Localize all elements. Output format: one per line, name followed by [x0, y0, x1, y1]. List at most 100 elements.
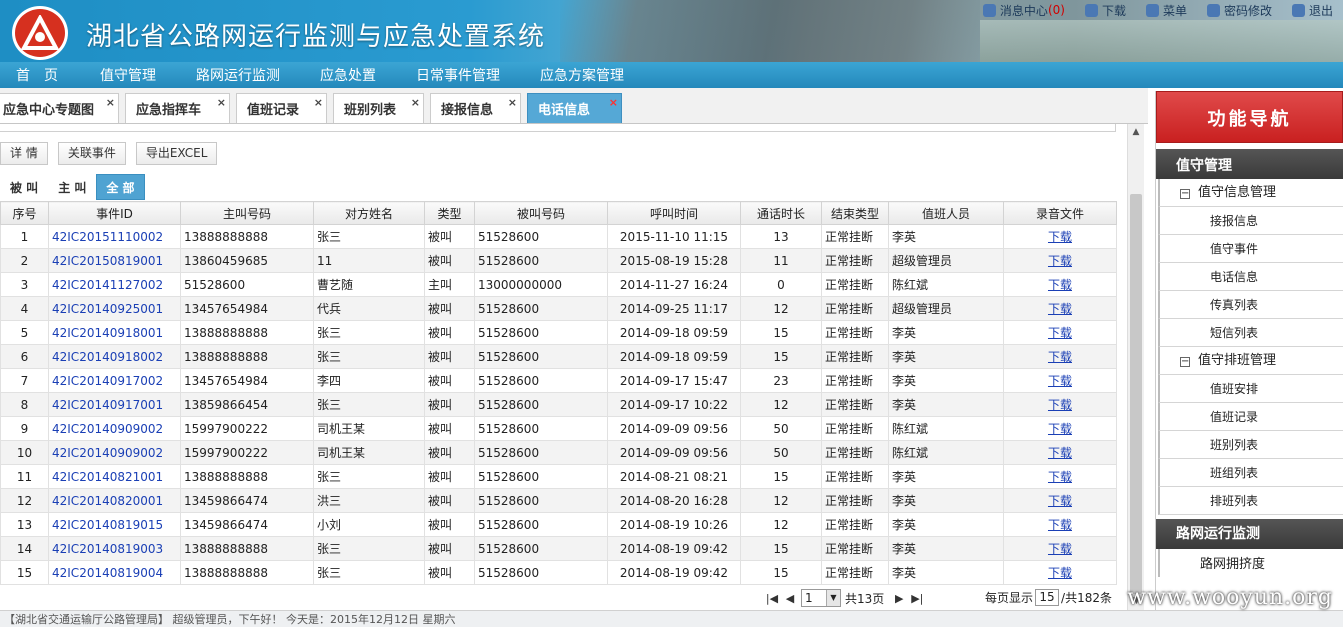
event-id-cell[interactable]: 42IC20140819015 — [48, 512, 181, 537]
download-recording-link[interactable]: 下载 — [1048, 566, 1072, 580]
download-recording-link[interactable]: 下载 — [1048, 374, 1072, 388]
tab-report-info[interactable]: 接报信息 × — [430, 93, 521, 123]
event-id-cell[interactable]: 42IC20140918001 — [48, 320, 181, 345]
menu-duty-management[interactable]: 值守管理 — [80, 65, 176, 85]
event-id-cell[interactable]: 42IC20140925001 — [48, 296, 181, 321]
related-event-button[interactable]: 关联事件 — [57, 142, 126, 165]
sidebar-item-duty-arrangement[interactable]: 值班安排 — [1158, 375, 1343, 403]
sidebar-section-road-monitoring[interactable]: 路网运行监测 — [1156, 519, 1343, 549]
sidebar-item-fax-list[interactable]: 传真列表 — [1158, 291, 1343, 319]
event-id-cell[interactable]: 42IC20151110002 — [48, 224, 181, 249]
table-row[interactable]: 5 42IC20140918001 13888888888 张三 被叫 51528600 2… — [0, 320, 1117, 345]
event-id-cell[interactable]: 42IC20150819001 — [48, 248, 181, 273]
close-icon[interactable]: × — [411, 96, 420, 109]
table-cell: 被叫 — [424, 512, 475, 537]
download-recording-link[interactable]: 下载 — [1048, 398, 1072, 412]
per-page-input[interactable]: 15 — [1035, 589, 1060, 606]
event-id-cell[interactable]: 42IC20140917001 — [48, 392, 181, 417]
scroll-up-icon[interactable]: ▲ — [1128, 124, 1144, 141]
download-recording-link[interactable]: 下载 — [1048, 494, 1072, 508]
download-recording-link[interactable]: 下载 — [1048, 446, 1072, 460]
first-page-icon[interactable]: |◀ — [763, 592, 781, 605]
event-id-cell[interactable]: 42IC20140909002 — [48, 440, 181, 465]
recording-cell: 下载 — [1003, 296, 1117, 321]
download-recording-link[interactable]: 下载 — [1048, 302, 1072, 316]
last-page-icon[interactable]: ▶| — [908, 592, 926, 605]
event-id-cell[interactable]: 42IC20140917002 — [48, 368, 181, 393]
download-recording-link[interactable]: 下载 — [1048, 230, 1072, 244]
event-id-cell[interactable]: 42IC20140918002 — [48, 344, 181, 369]
table-row[interactable]: 11 42IC20140821001 13888888888 张三 被叫 51528600… — [0, 464, 1117, 489]
message-center-link[interactable]: 消息中心 (0) — [973, 2, 1075, 19]
download-recording-link[interactable]: 下载 — [1048, 254, 1072, 268]
download-recording-link[interactable]: 下载 — [1048, 542, 1072, 556]
table-row[interactable]: 7 42IC20140917002 13457654984 李四 被叫 51528600 2… — [0, 368, 1117, 393]
download-recording-link[interactable]: 下载 — [1048, 422, 1072, 436]
event-id-cell[interactable]: 42IC20140909002 — [48, 416, 181, 441]
event-id-cell[interactable]: 42IC20140819003 — [48, 536, 181, 561]
menu-emergency-plans[interactable]: 应急方案管理 — [520, 65, 644, 85]
sidebar-item-duty-records[interactable]: 值班记录 — [1158, 403, 1343, 431]
table-row[interactable]: 13 42IC20140819015 13459866474 小刘 被叫 51528600… — [0, 512, 1117, 537]
sidebar-item-duty-events[interactable]: 值守事件 — [1158, 235, 1343, 263]
tab-shift-list[interactable]: 班别列表 × — [333, 93, 424, 123]
close-icon[interactable]: × — [217, 96, 226, 109]
next-page-icon[interactable]: ▶ — [890, 592, 908, 605]
download-recording-link[interactable]: 下载 — [1048, 278, 1072, 292]
table-row[interactable]: 10 42IC20140909002 15997900222 司机王某 被叫 515286… — [0, 440, 1117, 465]
event-id-cell[interactable]: 42IC20140821001 — [48, 464, 181, 489]
menu-daily-events[interactable]: 日常事件管理 — [396, 65, 520, 85]
table-row[interactable]: 4 42IC20140925001 13457654984 代兵 被叫 51528600 2… — [0, 296, 1117, 321]
download-recording-link[interactable]: 下载 — [1048, 518, 1072, 532]
filter-caller[interactable]: 主 叫 — [48, 174, 96, 200]
filter-all[interactable]: 全 部 — [96, 174, 145, 200]
close-icon[interactable]: × — [106, 96, 115, 109]
sidebar-item-report-info[interactable]: 接报信息 — [1158, 207, 1343, 235]
export-excel-button[interactable]: 导出EXCEL — [135, 142, 218, 165]
prev-page-icon[interactable]: ◀ — [781, 592, 799, 605]
sidebar-item-shift-list[interactable]: 班别列表 — [1158, 431, 1343, 459]
sidebar-item-road-congestion[interactable]: 路网拥挤度 — [1158, 549, 1343, 577]
table-row[interactable]: 14 42IC20140819003 13888888888 张三 被叫 51528600… — [0, 536, 1117, 561]
table-row[interactable]: 12 42IC20140820001 13459866474 洪三 被叫 51528600… — [0, 488, 1117, 513]
sidebar-item-phone-info[interactable]: 电话信息 — [1158, 263, 1343, 291]
table-row[interactable]: 2 42IC20150819001 13860459685 11 被叫 51528600 2… — [0, 248, 1117, 273]
filter-callee[interactable]: 被 叫 — [0, 174, 48, 200]
table-row[interactable]: 3 42IC20141127002 51528600 曹艺随 主叫 13000000000… — [0, 272, 1117, 297]
table-row[interactable]: 9 42IC20140909002 15997900222 司机王某 被叫 5152860… — [0, 416, 1117, 441]
event-id-cell[interactable]: 42IC20140819004 — [48, 560, 181, 585]
page-select[interactable]: 1 ▼ — [801, 589, 841, 607]
close-icon[interactable]: × — [609, 96, 618, 109]
table-row[interactable]: 1 42IC20151110002 13888888888 张三 被叫 51528600 2… — [0, 224, 1117, 249]
download-recording-link[interactable]: 下载 — [1048, 326, 1072, 340]
sidebar-group-duty-schedule[interactable]: − 值守排班管理 — [1158, 347, 1343, 375]
download-recording-link[interactable]: 下载 — [1048, 470, 1072, 484]
sidebar-item-team-list[interactable]: 班组列表 — [1158, 459, 1343, 487]
scroll-thumb[interactable] — [1130, 194, 1142, 594]
sidebar-group-duty-info[interactable]: − 值守信息管理 — [1158, 179, 1343, 207]
table-row[interactable]: 6 42IC20140918002 13888888888 张三 被叫 51528600 2… — [0, 344, 1117, 369]
vertical-scrollbar[interactable]: ▲ ▼ — [1127, 124, 1144, 610]
menu-road-monitoring[interactable]: 路网运行监测 — [176, 65, 300, 85]
menu-emergency-handling[interactable]: 应急处置 — [300, 65, 396, 85]
event-id-cell[interactable]: 42IC20140820001 — [48, 488, 181, 513]
sidebar-item-sms-list[interactable]: 短信列表 — [1158, 319, 1343, 347]
menu-link[interactable]: 菜单 — [1136, 2, 1197, 19]
tab-command-vehicle[interactable]: 应急指挥车 × — [125, 93, 230, 123]
detail-button[interactable]: 详 情 — [0, 142, 48, 165]
table-row[interactable]: 15 42IC20140819004 13888888888 张三 被叫 51528600… — [0, 560, 1117, 585]
tab-phone-info[interactable]: 电话信息 × — [527, 93, 622, 123]
sidebar-section-duty[interactable]: 值守管理 — [1156, 149, 1343, 179]
tab-emergency-map[interactable]: 应急中心专题图 × — [0, 93, 119, 123]
download-link[interactable]: 下载 — [1075, 2, 1136, 19]
exit-link[interactable]: 退出 — [1282, 2, 1343, 19]
table-row[interactable]: 8 42IC20140917001 13859866454 张三 被叫 51528600 2… — [0, 392, 1117, 417]
event-id-cell[interactable]: 42IC20141127002 — [48, 272, 181, 297]
close-icon[interactable]: × — [508, 96, 517, 109]
download-recording-link[interactable]: 下载 — [1048, 350, 1072, 364]
menu-home[interactable]: 首 页 — [0, 65, 80, 85]
close-icon[interactable]: × — [314, 96, 323, 109]
tab-duty-records[interactable]: 值班记录 × — [236, 93, 327, 123]
sidebar-item-schedule-list[interactable]: 排班列表 — [1158, 487, 1343, 515]
password-change-link[interactable]: 密码修改 — [1197, 2, 1282, 19]
